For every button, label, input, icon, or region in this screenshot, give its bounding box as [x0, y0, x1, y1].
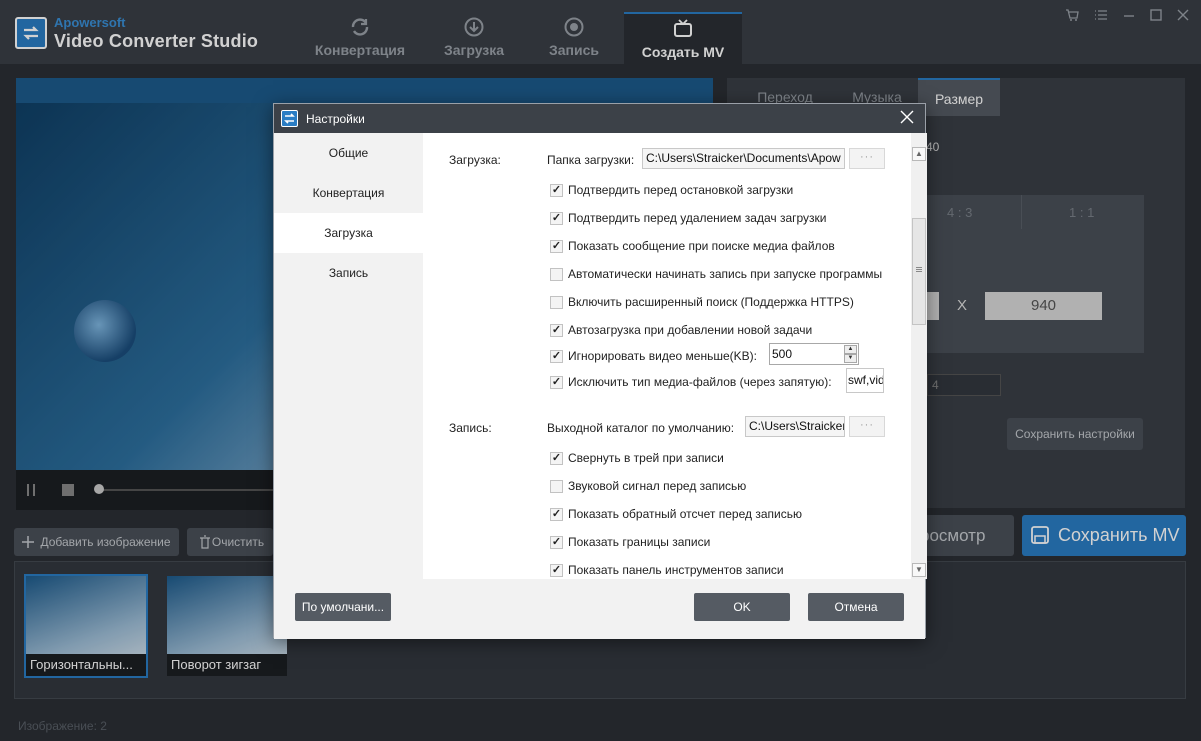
- defaults-button[interactable]: По умолчани...: [295, 593, 391, 621]
- option-label: Автозагрузка при добавлении новой задачи: [568, 323, 813, 337]
- option-label: Автоматически начинать запись при запуск…: [568, 267, 883, 281]
- download-folder-field[interactable]: C:\Users\Straicker\Documents\Apow: [642, 148, 845, 169]
- checkbox[interactable]: ✓: [550, 536, 563, 549]
- option-label: Показать границы записи: [568, 535, 711, 549]
- dialog-titlebar: Настройки: [274, 104, 925, 133]
- option-label: Подтвердить перед удалением задач загруз…: [568, 211, 827, 225]
- checkbox[interactable]: ✓: [550, 376, 563, 389]
- option-label: Подтвердить перед остановкой загрузки: [568, 183, 794, 197]
- ignore-size-stepper[interactable]: 500 ▲ ▼: [769, 343, 859, 365]
- checkbox[interactable]: [550, 480, 563, 493]
- option-label: Игнорировать видео меньше(KB):: [568, 349, 757, 363]
- browse-download-button[interactable]: ···: [849, 148, 885, 169]
- app-small-icon: [281, 110, 298, 127]
- checkbox[interactable]: ✓: [550, 212, 563, 225]
- settings-content: Загрузка: Папка загрузки: C:\Users\Strai…: [423, 133, 911, 579]
- download-section-label: Загрузка:: [449, 153, 501, 167]
- download-folder-label: Папка загрузки:: [547, 153, 635, 167]
- scroll-down-icon[interactable]: ▼: [912, 563, 926, 577]
- checkbox[interactable]: ✓: [550, 324, 563, 337]
- option-label: Показать панель инструментов записи: [568, 563, 784, 577]
- browse-output-button[interactable]: ···: [849, 416, 885, 437]
- ignore-size-value: 500: [772, 347, 793, 361]
- checkbox[interactable]: ✓: [550, 508, 563, 521]
- settings-sidebar: Общие Конвертация Загрузка Запись: [274, 133, 423, 579]
- record-section-label: Запись:: [449, 421, 492, 435]
- option-label: Показать сообщение при поиске медиа файл…: [568, 239, 835, 253]
- checkbox[interactable]: ✓: [550, 350, 563, 363]
- checkbox[interactable]: [550, 296, 563, 309]
- option-label: Показать обратный отсчет перед записью: [568, 507, 802, 521]
- sidebar-item-convert[interactable]: Конвертация: [274, 173, 423, 213]
- checkbox[interactable]: ✓: [550, 564, 563, 577]
- output-folder-field[interactable]: C:\Users\Straicker: [745, 416, 845, 437]
- checkbox[interactable]: ✓: [550, 184, 563, 197]
- checkbox[interactable]: ✓: [550, 240, 563, 253]
- sidebar-item-download[interactable]: Загрузка: [274, 213, 423, 253]
- option-label: Свернуть в трей при записи: [568, 451, 724, 465]
- checkbox[interactable]: ✓: [550, 452, 563, 465]
- checkbox[interactable]: [550, 268, 563, 281]
- option-label: Включить расширенный поиск (Поддержка HT…: [568, 295, 854, 309]
- sidebar-item-record[interactable]: Запись: [274, 253, 423, 293]
- exclude-types-input[interactable]: swf,vid: [846, 368, 884, 393]
- settings-dialog: Настройки Общие Конвертация Загрузка Зап…: [273, 103, 927, 639]
- scroll-thumb[interactable]: [912, 218, 926, 325]
- stepper-down-icon[interactable]: ▼: [844, 354, 857, 363]
- close-icon[interactable]: [899, 109, 915, 127]
- dialog-footer: По умолчани... OK Отмена: [274, 579, 925, 639]
- stepper-up-icon[interactable]: ▲: [844, 345, 857, 354]
- content-scrollbar[interactable]: ▲ ▼: [911, 133, 927, 579]
- cancel-button[interactable]: Отмена: [808, 593, 904, 621]
- output-folder-label: Выходной каталог по умолчанию:: [547, 421, 735, 435]
- option-label: Исключить тип медиа-файлов (через запяту…: [568, 375, 832, 389]
- sidebar-item-general[interactable]: Общие: [274, 133, 423, 173]
- scroll-up-icon[interactable]: ▲: [912, 147, 926, 161]
- dialog-title: Настройки: [306, 112, 365, 126]
- ok-button[interactable]: OK: [694, 593, 790, 621]
- option-label: Звуковой сигнал перед записью: [568, 479, 747, 493]
